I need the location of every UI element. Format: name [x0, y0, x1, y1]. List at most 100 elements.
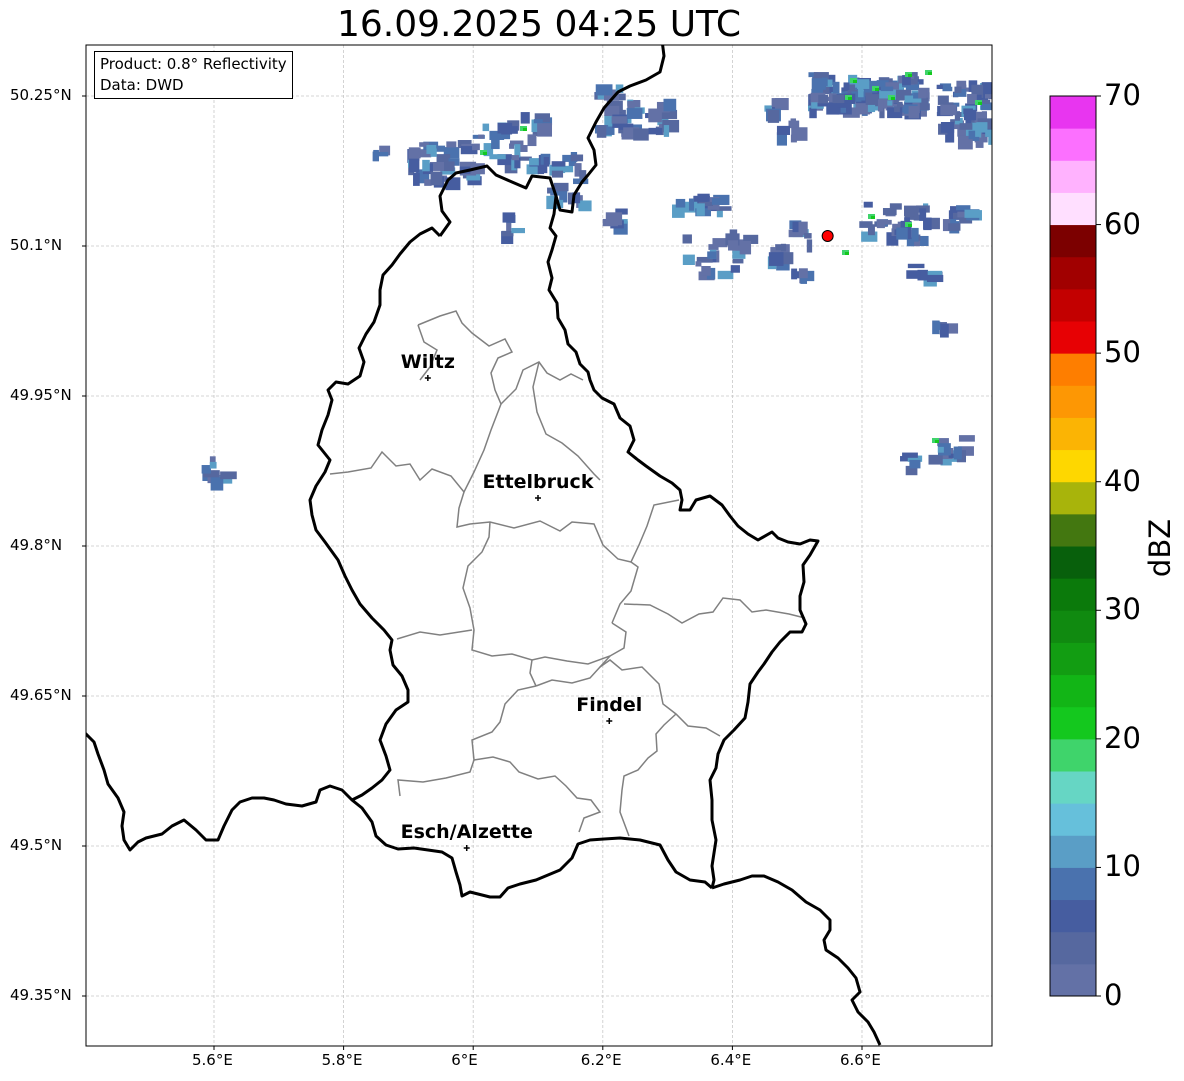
echo-cell [806, 239, 813, 253]
echo-cell [822, 77, 828, 87]
colorbar-segment [1050, 321, 1096, 354]
echo-cell [688, 198, 695, 211]
colorbar-tick-label: 40 [1104, 463, 1141, 498]
radar-site-marker [821, 230, 834, 242]
echo-cell [981, 82, 992, 95]
echo-cell-strong [483, 152, 487, 155]
echo-cell [909, 459, 921, 469]
echo-cell [494, 133, 502, 140]
echo-cell [918, 89, 927, 99]
echo-cell [818, 94, 829, 104]
graticule [86, 45, 992, 1046]
colorbar-segment [1050, 224, 1096, 258]
echo-cell [739, 240, 752, 255]
echo-cell [880, 86, 894, 92]
echo-cell [940, 104, 957, 116]
echo-cell [695, 261, 702, 267]
echo-cell [894, 106, 900, 113]
echo-cell [564, 165, 574, 173]
echo-cell [911, 227, 919, 242]
echo-cell [682, 234, 692, 244]
lon-tick-label: 6.2°E [580, 1051, 622, 1069]
echo-cell [712, 238, 728, 248]
echo-cell [957, 211, 966, 218]
colorbar-segment [1050, 578, 1096, 611]
echo-cell [927, 274, 944, 283]
lon-tick-label: 6.6°E [840, 1051, 881, 1069]
echo-cell [682, 254, 695, 266]
echo-cell-strong [908, 74, 912, 77]
colorbar-tick-label: 0 [1104, 978, 1123, 1012]
echo-cell [716, 209, 723, 218]
colorbar-segment [1050, 449, 1096, 483]
echo-cell [832, 94, 845, 104]
colorbar-tick-label: 30 [1104, 592, 1141, 627]
echo-cell [489, 154, 506, 160]
echo-cell [220, 471, 237, 480]
echo-cell [937, 95, 949, 105]
echo-cell [804, 233, 812, 239]
lat-tick-label: 49.5°N [10, 836, 63, 854]
colorbar [1049, 95, 1101, 997]
colorbar-title: dBZ [1143, 518, 1177, 578]
echo-cell [954, 86, 962, 93]
echo-cell [543, 156, 550, 167]
echo-cell [697, 193, 710, 202]
canton-boundaries [329, 310, 806, 837]
echo-cell [832, 81, 840, 94]
echo-cell [595, 84, 613, 96]
product-label: Product: 0.8° Reflectivity [100, 55, 287, 73]
colorbar-segment [1050, 899, 1096, 933]
echo-cell [840, 107, 846, 113]
city-label: Ettelbruck [483, 471, 594, 493]
echo-cell [790, 118, 797, 128]
echo-cell [551, 161, 566, 167]
echo-cell [964, 209, 980, 218]
echo-cell [877, 99, 884, 112]
echo-cell [923, 217, 932, 231]
echo-cell [648, 127, 663, 135]
echo-cell [707, 251, 717, 259]
colorbar-segment [1050, 803, 1096, 836]
echo-cell [889, 203, 902, 210]
colorbar-segment [1050, 160, 1096, 193]
echo-cell [201, 465, 211, 474]
echo-cell [809, 107, 817, 119]
echo-cell [934, 321, 941, 330]
echo-cell-strong [978, 102, 982, 105]
echo-cell [675, 198, 686, 208]
echo-cell [976, 122, 988, 133]
echo-cell-strong [875, 88, 879, 91]
colorbar-segment [1050, 963, 1096, 997]
echo-cell-strong [871, 216, 875, 219]
echo-cell [790, 134, 797, 143]
echo-cell-strong [928, 72, 932, 75]
national-borders [86, 45, 882, 1046]
lat-tick-label: 49.35°N [10, 986, 72, 1004]
echo-cell [511, 227, 525, 234]
echo-cell [648, 108, 662, 123]
echo-cell [413, 172, 420, 186]
echo-cell [446, 141, 457, 148]
echo-cell [605, 212, 623, 226]
lat-tick-label: 49.8°N [10, 536, 63, 554]
echo-cell [430, 171, 443, 186]
echo-cell [798, 268, 808, 279]
echo-cell [430, 148, 437, 157]
echo-cell [730, 265, 740, 273]
data-source-label: Data: DWD [100, 76, 184, 94]
lon-tick-label: 6°E [451, 1051, 478, 1069]
colorbar-segment [1050, 288, 1096, 322]
echo-cell-strong [891, 97, 895, 100]
city-markers: Wiltz Ettelbruck Findel Esch/Alzette [401, 351, 642, 851]
echo-cell [936, 84, 943, 90]
echo-cell [209, 461, 217, 469]
colorbar-tick-label: 10 [1104, 849, 1141, 884]
colorbar-tick-label: 60 [1104, 206, 1141, 241]
echo-cell [981, 111, 987, 119]
echo-cell [696, 203, 705, 216]
echo-cell [948, 223, 961, 231]
echo-cell [604, 105, 620, 116]
city-label: Esch/Alzette [401, 821, 533, 843]
echo-cell [958, 435, 975, 442]
